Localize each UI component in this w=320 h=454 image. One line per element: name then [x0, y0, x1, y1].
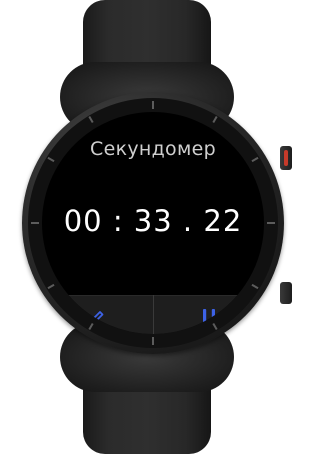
crown-button-lower[interactable] [280, 282, 292, 304]
pause-button[interactable] [154, 295, 264, 334]
bezel-tick-6 [152, 337, 154, 345]
lap-button[interactable] [42, 295, 152, 334]
elapsed-time: 00 : 33 . 22 [63, 204, 243, 238]
pencil-lap-icon [86, 305, 108, 331]
crown-accent-ring [284, 150, 288, 166]
bezel-tick-9 [31, 222, 39, 224]
bezel-tick-3 [267, 222, 275, 224]
bezel-tick-12 [152, 101, 154, 109]
bezel-tick-4 [251, 283, 259, 290]
bezel-tick-1 [212, 115, 218, 124]
stopwatch-title: Секундомер [90, 138, 216, 160]
bezel-tick-11 [88, 115, 94, 124]
pause-icon [199, 306, 219, 330]
watch-screen: Секундомер 00 : 33 . 22 [42, 112, 264, 334]
bezel-tick-8 [47, 283, 55, 290]
